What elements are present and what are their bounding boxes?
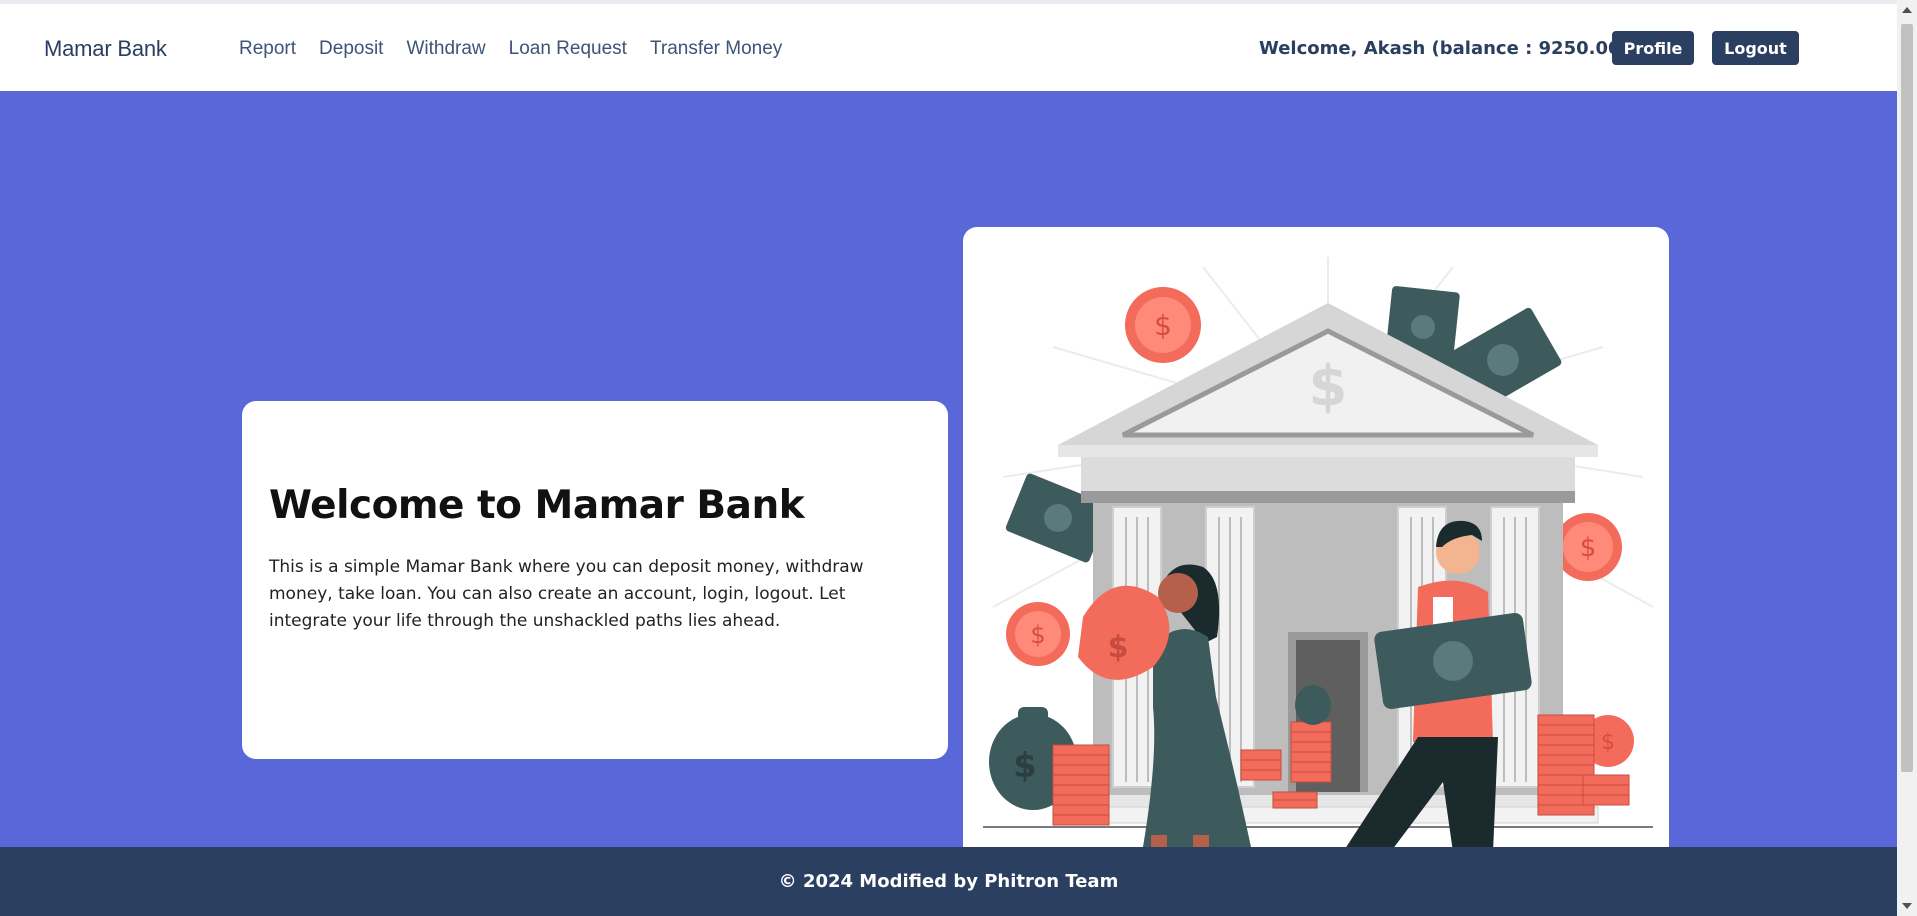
footer-copyright: © 2024 Modified by Phitron Team	[778, 871, 1119, 892]
welcome-balance: Welcome, Akash (balance : 9250.00)	[1259, 38, 1629, 59]
nav-report[interactable]: Report	[239, 38, 296, 60]
svg-text:$: $	[1030, 621, 1045, 649]
bank-illustration-card: $ $ $ $ $ $ $	[963, 227, 1669, 847]
svg-text:$: $	[1154, 309, 1172, 342]
nav-transfer-money[interactable]: Transfer Money	[650, 38, 782, 60]
svg-text:$: $	[1013, 746, 1037, 786]
scroll-down-arrow-icon[interactable]	[1902, 903, 1912, 909]
hero-description: This is a simple Mamar Bank where you ca…	[269, 557, 864, 631]
svg-text:$: $	[1309, 354, 1348, 419]
scroll-thumb[interactable]	[1901, 24, 1913, 772]
hero-section: Welcome to Mamar Bank This is a simple M…	[0, 91, 1897, 847]
svg-text:$: $	[1601, 730, 1615, 755]
profile-button[interactable]: Profile	[1612, 31, 1694, 65]
bank-illustration: $ $ $ $ $ $ $	[983, 257, 1654, 847]
brand-logo[interactable]: Mamar Bank	[44, 36, 167, 62]
nav-deposit[interactable]: Deposit	[319, 38, 383, 60]
svg-text:$: $	[1580, 533, 1597, 563]
scroll-up-arrow-icon[interactable]	[1902, 7, 1912, 13]
nav-loan-request[interactable]: Loan Request	[509, 38, 627, 60]
footer: © 2024 Modified by Phitron Team	[0, 847, 1897, 916]
nav-links: Report Deposit Withdraw Loan Request Tra…	[239, 38, 782, 60]
nav-withdraw[interactable]: Withdraw	[406, 38, 485, 60]
hero-title: Welcome to Mamar Bank	[269, 483, 805, 528]
svg-text:$: $	[1108, 630, 1129, 665]
navbar: Mamar Bank Report Deposit Withdraw Loan …	[0, 4, 1897, 91]
scrollbar[interactable]	[1897, 0, 1917, 916]
logout-button[interactable]: Logout	[1712, 31, 1799, 65]
welcome-card: Welcome to Mamar Bank This is a simple M…	[242, 401, 948, 759]
